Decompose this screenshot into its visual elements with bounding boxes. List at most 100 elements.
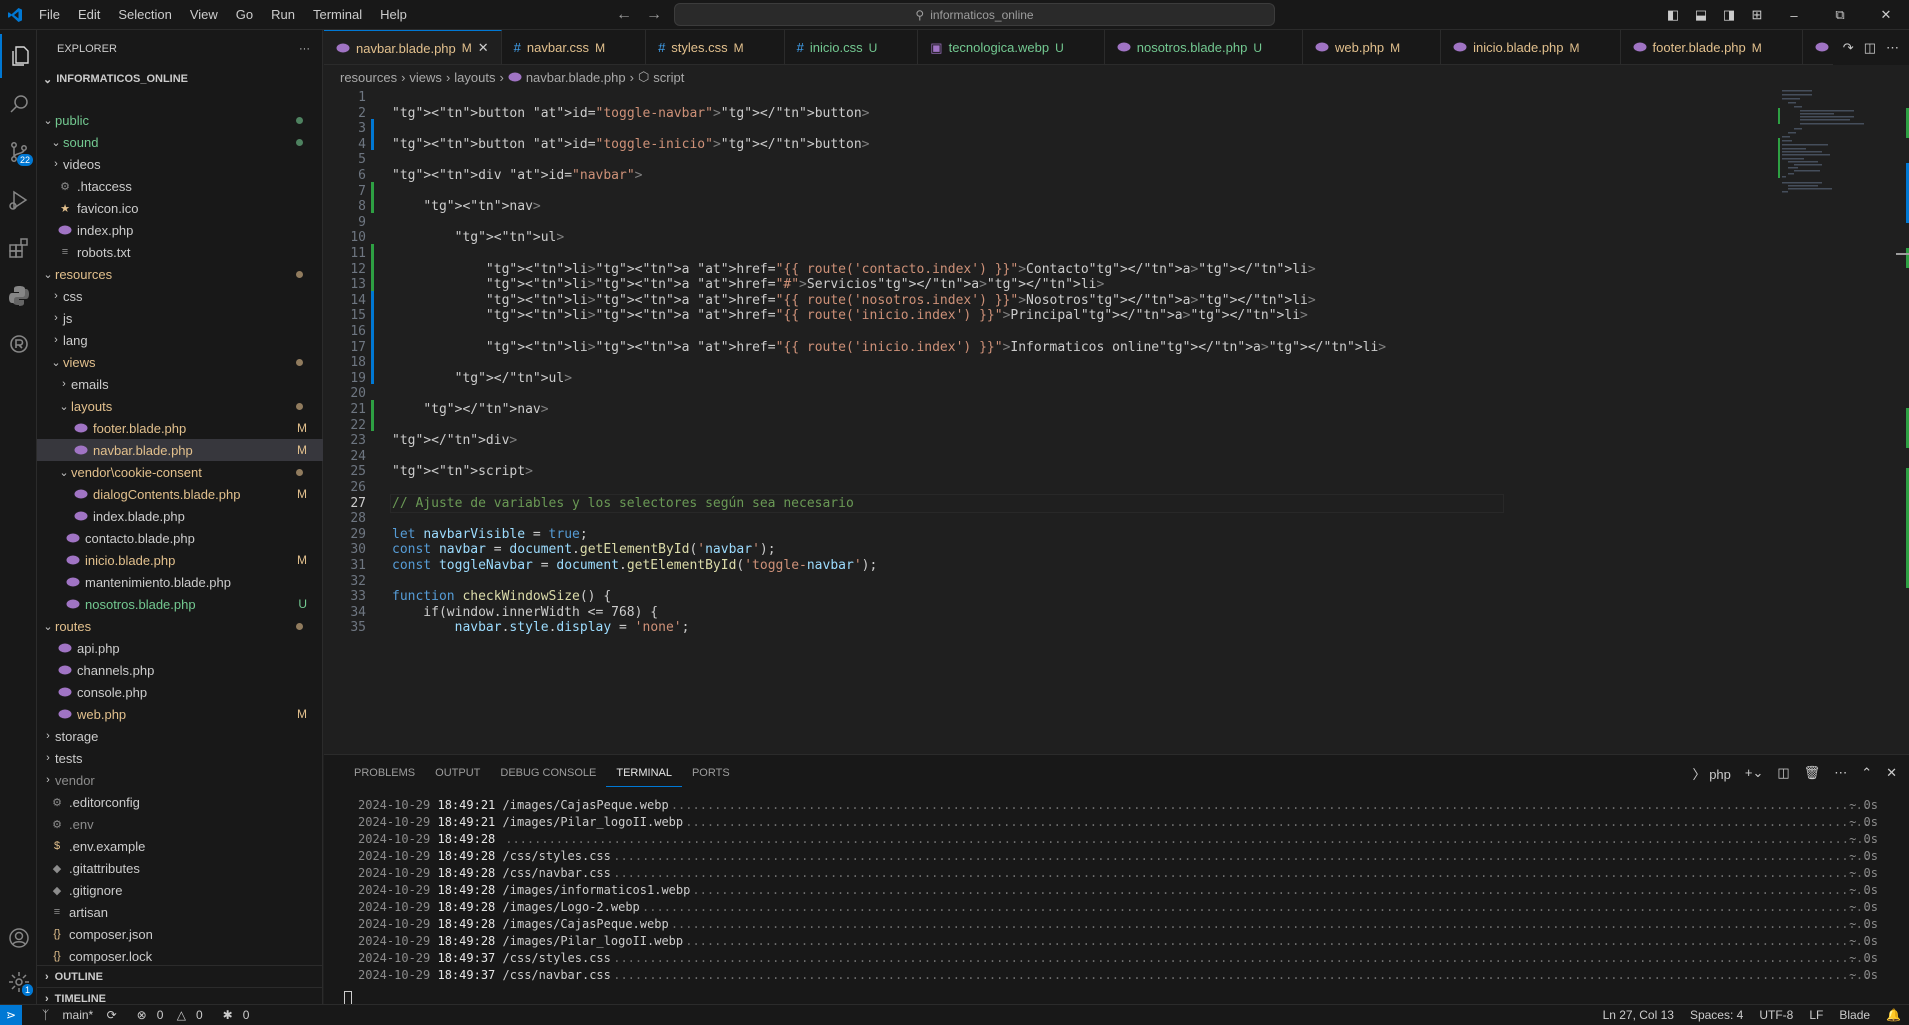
menu-run[interactable]: Run	[262, 0, 304, 30]
file-tree-item[interactable]: ⌄ views	[37, 351, 323, 373]
file-tree-item[interactable]: › storage	[37, 725, 323, 747]
outline-section[interactable]: › OUTLINE	[37, 965, 323, 987]
file-tree-item[interactable]: footer.blade.php M	[37, 417, 323, 439]
file-tree-item[interactable]: index.php	[37, 219, 323, 241]
language-mode[interactable]: Blade	[1839, 1008, 1870, 1022]
more-actions-icon[interactable]: ···	[299, 43, 310, 55]
file-tree-item[interactable]: dialogContents.blade.php M	[37, 483, 323, 505]
file-tree-item[interactable]: web.php M	[37, 703, 323, 725]
open-changes-icon[interactable]: ↷	[1843, 40, 1854, 56]
editor-scrollbar[interactable]	[1896, 88, 1909, 754]
editor-tab[interactable]: footer.blade.php M	[1621, 30, 1803, 64]
file-tree-item[interactable]: {} composer.json	[37, 923, 323, 945]
terminal-shell-selector[interactable]: 〉 php	[1693, 764, 1731, 783]
branch-indicator[interactable]: ᛉ main* ⟳	[32, 1008, 117, 1022]
file-tree-item[interactable]: navbar.blade.php M	[37, 439, 323, 461]
file-tree-item[interactable]: ⚙ .htaccess	[37, 175, 323, 197]
file-tree-item[interactable]: ⌄ routes	[37, 615, 323, 637]
remote-explorer-icon[interactable]	[0, 322, 37, 366]
code-editor[interactable]: 1 2 "tg"><"tn">button "at">id="toggle-navb…	[324, 88, 1909, 754]
breadcrumb-item[interactable]: navbar.blade.php	[526, 70, 626, 85]
close-icon[interactable]: ✕	[1863, 7, 1909, 23]
breadcrumb-item[interactable]: resources	[340, 70, 397, 85]
restore-icon[interactable]: ⧉	[1817, 7, 1863, 23]
editor-tab[interactable]: # styles.css M	[646, 30, 785, 64]
menu-edit[interactable]: Edit	[69, 0, 109, 30]
file-tree-item[interactable]: › emails	[37, 373, 323, 395]
remote-indicator-icon[interactable]: ⋗	[0, 1004, 22, 1025]
file-tree-item[interactable]: nosotros.blade.php U	[37, 593, 323, 615]
split-editor-icon[interactable]: ◫	[1864, 40, 1876, 56]
breadcrumb-item[interactable]: layouts	[454, 70, 495, 85]
panel-tab-ports[interactable]: PORTS	[682, 755, 740, 791]
cursor-position[interactable]: Ln 27, Col 13	[1603, 1008, 1674, 1022]
menu-go[interactable]: Go	[227, 0, 262, 30]
file-tree-item[interactable]: ⌄ resources	[37, 263, 323, 285]
explorer-icon[interactable]	[0, 34, 37, 78]
new-terminal-icon[interactable]: +⌄	[1745, 765, 1763, 781]
ports-indicator[interactable]: ✱ 0	[213, 1008, 250, 1022]
panel-tab-problems[interactable]: PROBLEMS	[344, 755, 425, 791]
python-icon[interactable]	[0, 274, 37, 318]
problems-indicator[interactable]: ⊗ 0 △ 0	[127, 1008, 203, 1022]
menu-terminal[interactable]: Terminal	[304, 0, 371, 30]
panel-tab-output[interactable]: OUTPUT	[425, 755, 490, 791]
more-actions-icon[interactable]: ⋯	[1886, 40, 1899, 56]
search-icon[interactable]	[0, 82, 37, 126]
file-tree-item[interactable]: ≡ artisan	[37, 901, 323, 923]
file-tree-item[interactable]: › js	[37, 307, 323, 329]
file-tree-item[interactable]: channels.php	[37, 659, 323, 681]
breadcrumb-item[interactable]: views	[409, 70, 442, 85]
workspace-root[interactable]: ⌄ INFORMATICOS_ONLINE	[37, 68, 323, 90]
editor-tab[interactable]: # navbar.css M	[502, 30, 647, 64]
accounts-icon[interactable]	[0, 916, 37, 960]
encoding[interactable]: UTF-8	[1759, 1008, 1793, 1022]
file-tree-item[interactable]: ⌄ sound	[37, 131, 323, 153]
file-tree-item[interactable]: ◆ .gitignore	[37, 879, 323, 901]
more-actions-icon[interactable]: ⋯	[1834, 765, 1847, 781]
close-icon[interactable]: ✕	[478, 40, 489, 56]
minimize-icon[interactable]: –	[1771, 8, 1817, 23]
file-tree-item[interactable]: ≡ robots.txt	[37, 241, 323, 263]
editor-tab[interactable]: inicio.blade.php M	[1441, 30, 1621, 64]
minimap[interactable]	[1774, 88, 1874, 238]
file-tree-item[interactable]: ◆ .gitattributes	[37, 857, 323, 879]
file-tree-item[interactable]: inicio.blade.php M	[37, 549, 323, 571]
menu-view[interactable]: View	[181, 0, 227, 30]
run-debug-icon[interactable]	[0, 178, 37, 222]
file-tree-item[interactable]: mantenimiento.blade.php	[37, 571, 323, 593]
menu-file[interactable]: File	[30, 0, 69, 30]
breadcrumb-item[interactable]: script	[653, 70, 684, 85]
kill-terminal-icon[interactable]: 🗑	[1804, 765, 1821, 781]
panel-tab-debug-console[interactable]: DEBUG CONSOLE	[490, 755, 606, 791]
close-panel-icon[interactable]: ✕	[1886, 765, 1897, 781]
file-tree-item[interactable]: ⌄ vendor\cookie-consent	[37, 461, 323, 483]
manage-icon[interactable]: 1	[0, 960, 37, 1004]
panel-tab-terminal[interactable]: TERMINAL	[606, 760, 682, 787]
command-center-search[interactable]: ⚲ informaticos_online	[674, 3, 1275, 26]
editor-tab[interactable]: # inicio.css U	[785, 30, 919, 64]
editor-tab[interactable]: web.php M	[1303, 30, 1442, 64]
file-tree-item[interactable]: $ .env.example	[37, 835, 323, 857]
source-control-icon[interactable]: 22	[0, 130, 37, 174]
file-tree-item[interactable]: index.blade.php	[37, 505, 323, 527]
layout-panel-icon[interactable]: ⬓	[1687, 7, 1715, 23]
forward-arrow-icon[interactable]: →	[646, 6, 662, 24]
editor-tab[interactable]: nosotros.blade.php U	[1105, 30, 1303, 64]
indentation[interactable]: Spaces: 4	[1690, 1008, 1743, 1022]
file-tree-item[interactable]: contacto.blade.php	[37, 527, 323, 549]
file-tree-item[interactable]: › videos	[37, 153, 323, 175]
customize-layout-icon[interactable]: ⊞	[1743, 7, 1771, 23]
editor-tab[interactable]: ▣ tecnologica.webp U	[918, 30, 1105, 64]
file-tree-item[interactable]: › tests	[37, 747, 323, 769]
back-arrow-icon[interactable]: ←	[616, 6, 632, 24]
file-tree-item[interactable]: api.php	[37, 637, 323, 659]
file-tree-item[interactable]: › vendor	[37, 769, 323, 791]
menu-selection[interactable]: Selection	[109, 0, 180, 30]
layout-secondary-icon[interactable]: ◨	[1715, 7, 1743, 23]
menu-help[interactable]: Help	[371, 0, 416, 30]
file-tree-item[interactable]: ⚙ .editorconfig	[37, 791, 323, 813]
file-tree-item[interactable]: › css	[37, 285, 323, 307]
end-of-line[interactable]: LF	[1809, 1008, 1823, 1022]
file-tree-item[interactable]: › lang	[37, 329, 323, 351]
